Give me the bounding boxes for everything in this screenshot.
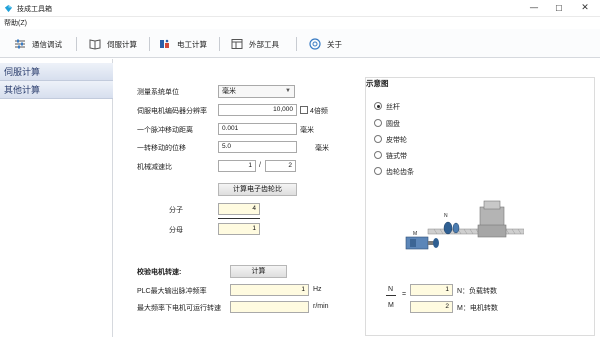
diamond-app-icon	[4, 4, 13, 13]
radio-label-belt-pulley: 皮带轮	[386, 137, 407, 144]
about-icon	[309, 38, 321, 50]
sliders-icon	[15, 39, 25, 49]
radio-label-rack-pinion: 齿轮齿条	[386, 169, 414, 176]
diagram-group-title: 示意图	[366, 79, 389, 88]
turn-move-unit: 毫米	[315, 145, 329, 152]
m-value-field[interactable]: 2	[410, 301, 453, 313]
pulse-move-field[interactable]: 0.001	[218, 123, 297, 135]
quad-checkbox[interactable]	[300, 106, 308, 114]
toolbar-separator	[219, 37, 220, 51]
diagram-label-n: N	[444, 213, 448, 219]
radio-lead-screw[interactable]	[374, 102, 382, 110]
sidebar: 伺服计算 其他计算	[0, 59, 113, 337]
electrician-icon	[160, 39, 169, 48]
window-tools-icon	[231, 39, 243, 49]
toolbar-external-tools-button[interactable]: 外部工具	[231, 35, 279, 53]
lead-screw-diagram: N M	[405, 200, 524, 250]
ratio-n-symbol: N	[388, 286, 394, 293]
turn-move-field[interactable]: 5.0	[218, 141, 297, 153]
m-description: M：电机转数	[457, 305, 498, 312]
unit-label: 测量系统单位	[137, 89, 179, 96]
turn-move-label: 一转移动的位移	[137, 145, 186, 152]
numerator-label: 分子	[169, 207, 183, 214]
maximize-button[interactable]: ☐	[546, 0, 572, 17]
reduction-numerator-field[interactable]: 1	[218, 160, 256, 172]
numerator-field[interactable]: 4	[218, 203, 260, 215]
calc-speed-button[interactable]: 计算	[230, 265, 287, 278]
unit-select-value: 毫米	[222, 88, 236, 95]
speed-check-title: 校验电机转速:	[137, 269, 182, 276]
ratio-fraction-line	[386, 295, 396, 296]
toolbar-label: 伺服计算	[107, 39, 137, 49]
book-icon	[89, 39, 101, 50]
radio-belt-pulley[interactable]	[374, 135, 382, 143]
calc-gear-ratio-button[interactable]: 计算电子齿轮比	[218, 183, 297, 196]
toolbar-electrician-calc-button[interactable]: 电工计算	[159, 35, 207, 53]
encoder-field[interactable]: 10,000	[218, 104, 297, 116]
diagram-label-m: M	[413, 231, 417, 237]
window-title: 技成工具箱	[17, 6, 52, 13]
servo-calc-panel: 测量系统单位 毫米 ▼ 伺服电机编码器分辨率 10,000 4倍频 一个脉冲移动…	[114, 59, 600, 337]
max-speed-unit: r/min	[313, 303, 329, 310]
chevron-down-icon: ▼	[285, 88, 291, 94]
reduction-label: 机械减速比	[137, 164, 172, 171]
radio-label-disc: 圆盘	[386, 121, 400, 128]
unit-select[interactable]: 毫米 ▼	[218, 85, 295, 98]
toolbar-separator	[76, 37, 77, 51]
max-speed-label: 最大频率下电机可运行转速	[137, 305, 221, 312]
radio-label-chain-belt: 链式带	[386, 153, 407, 160]
denominator-label: 分母	[169, 227, 183, 234]
sidebar-item-other-calc[interactable]: 其他计算	[0, 81, 113, 99]
toolbar-servo-calc-button[interactable]: 伺服计算	[89, 35, 137, 53]
quad-label: 4倍频	[310, 108, 328, 115]
toolbar: 通信调试 伺服计算 电工计算 外部工具 关于	[0, 29, 600, 58]
toolbar-label: 通信调试	[32, 39, 62, 49]
radio-label-lead-screw: 丝杆	[386, 104, 400, 111]
toolbar-label: 电工计算	[177, 39, 207, 49]
sidebar-item-servo-calc[interactable]: 伺服计算	[0, 63, 113, 81]
ratio-equals: =	[402, 291, 407, 298]
menu-help[interactable]: 帮助(Z)	[4, 18, 27, 28]
toolbar-about-button[interactable]: 关于	[309, 35, 342, 53]
radio-disc[interactable]	[374, 119, 382, 127]
minimize-button[interactable]: —	[521, 0, 547, 17]
denominator-field[interactable]: 1	[218, 223, 260, 235]
ratio-m-symbol: M	[388, 302, 394, 309]
toolbar-comm-debug-button[interactable]: 通信调试	[14, 35, 62, 53]
title-bar: 技成工具箱 — ☐ ✕	[0, 0, 600, 17]
encoder-label: 伺服电机编码器分辨率	[137, 108, 207, 115]
reduction-slash: /	[259, 162, 261, 169]
pulse-move-label: 一个脉冲移动距离	[137, 127, 193, 134]
radio-rack-pinion[interactable]	[374, 167, 382, 175]
plc-freq-unit: Hz	[313, 286, 322, 293]
toolbar-separator	[296, 37, 297, 51]
toolbar-label: 关于	[327, 39, 342, 49]
toolbar-label: 外部工具	[249, 39, 279, 49]
close-button[interactable]: ✕	[572, 0, 598, 17]
n-value-field[interactable]: 1	[410, 284, 453, 296]
menu-bar: 帮助(Z)	[0, 17, 600, 29]
fraction-line	[218, 218, 260, 219]
n-description: N：负载转数	[457, 288, 498, 295]
reduction-denominator-field[interactable]: 2	[265, 160, 296, 172]
radio-chain-belt[interactable]	[374, 151, 382, 159]
plc-freq-field[interactable]: 1	[230, 284, 309, 296]
max-speed-field[interactable]	[230, 301, 309, 313]
pulse-move-unit: 毫米	[300, 127, 314, 134]
toolbar-separator	[149, 37, 150, 51]
plc-freq-label: PLC最大输出脉冲频率	[137, 288, 207, 295]
